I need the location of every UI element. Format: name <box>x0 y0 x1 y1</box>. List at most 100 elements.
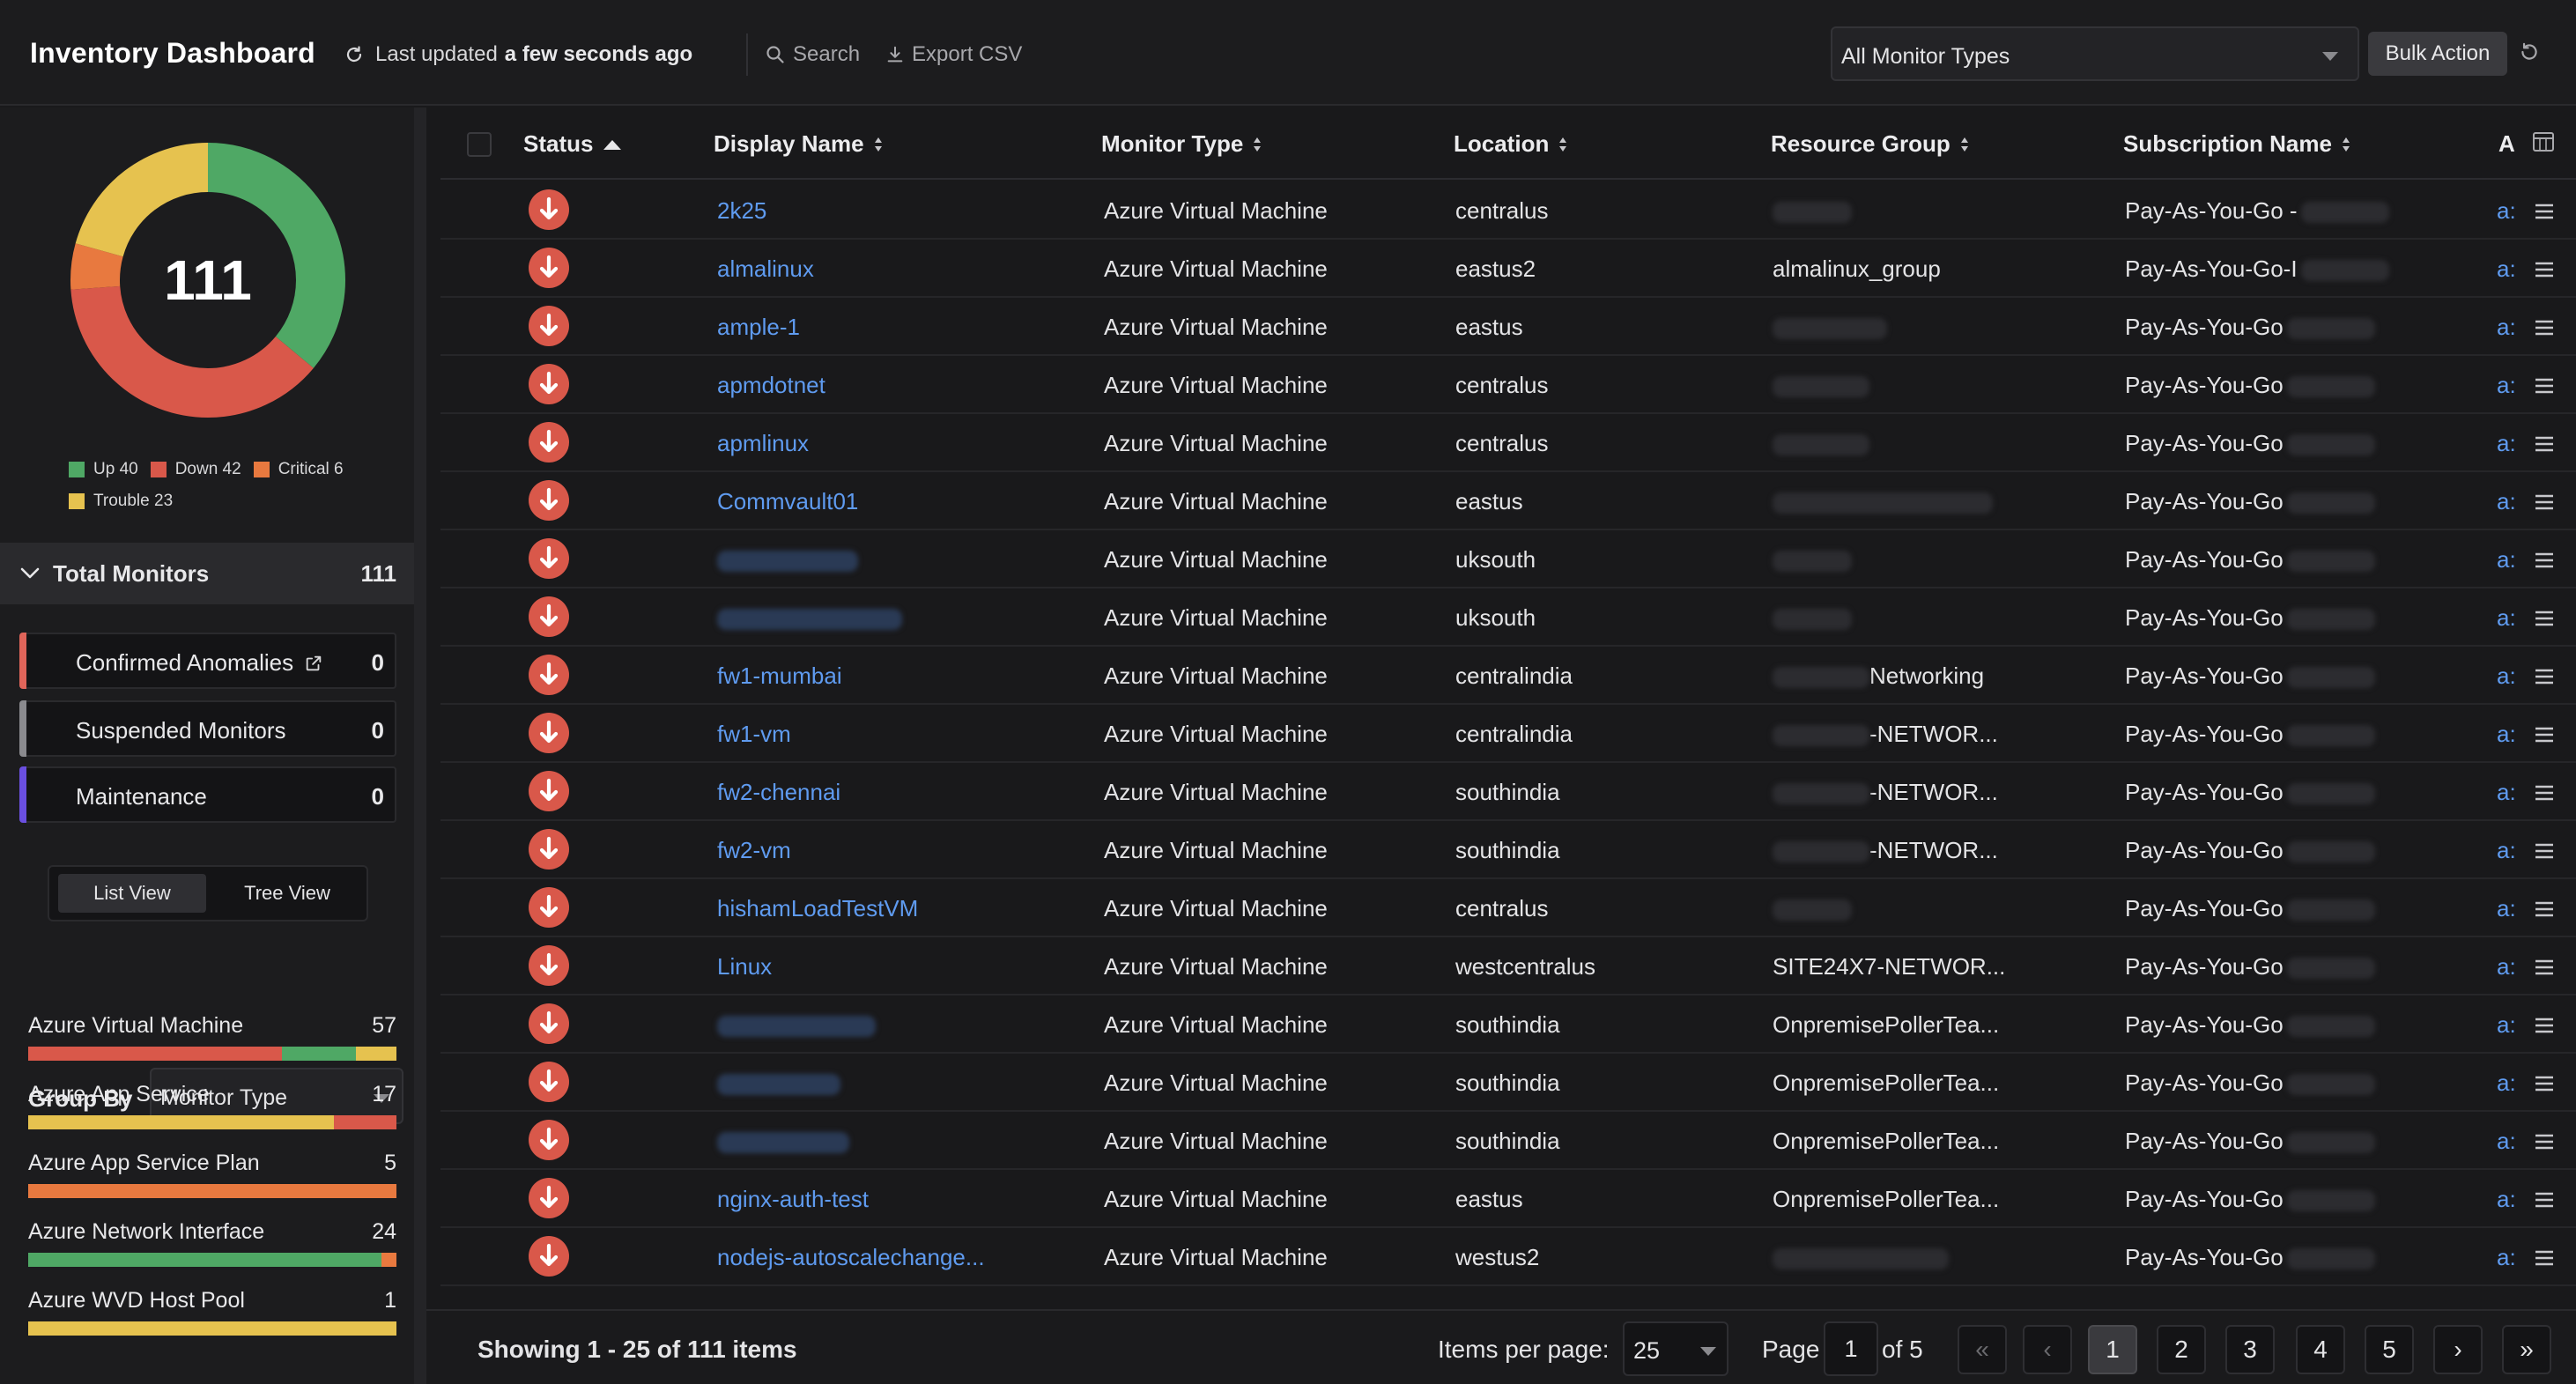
page-button-1[interactable]: 1 <box>2088 1325 2137 1374</box>
monitor-type-filter[interactable]: All Monitor Types <box>1831 26 2359 81</box>
table-row[interactable]: 2k25 Azure Virtual Machine centralus Pay-As… <box>440 181 2576 240</box>
row-menu-icon[interactable] <box>2534 1133 2555 1151</box>
column-header-location[interactable]: Location <box>1454 130 1568 158</box>
row-menu-icon[interactable] <box>2534 726 2555 744</box>
a-column-link[interactable]: a: <box>2497 895 2516 922</box>
display-name-link[interactable]: 2k25 <box>717 197 766 225</box>
confirmed-anomalies-card[interactable]: Confirmed Anomalies 0 <box>19 633 396 689</box>
total-monitors-row[interactable]: Total Monitors 111 <box>0 543 414 604</box>
column-header-display-name[interactable]: Display Name <box>714 130 884 158</box>
table-row[interactable]: fw2-vm Azure Virtual Machine southindia -NE… <box>440 821 2576 879</box>
column-header-status[interactable]: Status <box>523 130 623 158</box>
row-menu-icon[interactable] <box>2534 668 2555 685</box>
group-item[interactable]: Azure App Service Plan 5 <box>28 1151 396 1200</box>
search-button[interactable]: Search <box>765 42 860 67</box>
display-name-link[interactable]: ample-1 <box>717 314 800 341</box>
row-menu-icon[interactable] <box>2534 1075 2555 1092</box>
column-header-monitor-type[interactable]: Monitor Type <box>1101 130 1262 158</box>
table-row[interactable]: apmdotnet Azure Virtual Machine centralus P… <box>440 356 2576 414</box>
display-name-link[interactable]: apmlinux <box>717 430 809 457</box>
row-menu-icon[interactable] <box>2534 1017 2555 1034</box>
next-page-button[interactable]: › <box>2433 1325 2483 1374</box>
table-row[interactable]: apmlinux Azure Virtual Machine centralus Pa… <box>440 414 2576 472</box>
a-column-link[interactable]: a: <box>2497 546 2516 574</box>
table-row[interactable]: Commvault01 Azure Virtual Machine eastus Pa… <box>440 472 2576 530</box>
table-row[interactable]: Azure Virtual Machine uksouth Pay-As-You-G… <box>440 530 2576 588</box>
a-column-link[interactable]: a: <box>2497 1011 2516 1039</box>
table-row[interactable]: Azure Virtual Machine southindia Onpremise… <box>440 1054 2576 1112</box>
row-menu-icon[interactable] <box>2534 842 2555 860</box>
group-item[interactable]: Azure App Service 17 <box>28 1082 396 1131</box>
display-name-link[interactable]: hishamLoadTestVM <box>717 895 918 922</box>
display-name-link[interactable]: Commvault01 <box>717 488 858 515</box>
row-menu-icon[interactable] <box>2534 261 2555 278</box>
display-name-redacted[interactable] <box>717 1069 840 1097</box>
table-row[interactable]: Azure Virtual Machine uksouth Pay-As-You-G… <box>440 588 2576 647</box>
page-button-3[interactable]: 3 <box>2225 1325 2275 1374</box>
legend-item[interactable]: Up 40 <box>69 460 138 479</box>
display-name-link[interactable]: fw2-chennai <box>717 779 840 806</box>
a-column-link[interactable]: a: <box>2497 488 2516 515</box>
row-menu-icon[interactable] <box>2534 377 2555 395</box>
reset-icon[interactable] <box>2518 41 2541 63</box>
table-row[interactable]: fw1-mumbai Azure Virtual Machine centralin… <box>440 647 2576 705</box>
row-menu-icon[interactable] <box>2534 1191 2555 1209</box>
a-column-link[interactable]: a: <box>2497 721 2516 748</box>
a-column-link[interactable]: a: <box>2497 837 2516 864</box>
table-row[interactable]: Azure Virtual Machine southindia Onpremise… <box>440 1112 2576 1170</box>
display-name-link[interactable]: fw1-mumbai <box>717 662 842 690</box>
display-name-redacted[interactable] <box>717 604 902 632</box>
refresh-icon[interactable] <box>344 44 365 65</box>
legend-item[interactable]: Trouble 23 <box>69 492 173 511</box>
group-item[interactable]: Azure Virtual Machine 57 <box>28 1013 396 1062</box>
a-column-link[interactable]: a: <box>2497 1186 2516 1213</box>
display-name-link[interactable]: nginx-auth-test <box>717 1186 869 1213</box>
display-name-link[interactable]: fw2-vm <box>717 837 791 864</box>
list-view-tab[interactable]: List View <box>58 874 206 913</box>
column-header-subscription-name[interactable]: Subscription Name <box>2123 130 2351 158</box>
table-row[interactable]: Azure Virtual Machine southindia Onpremise… <box>440 995 2576 1054</box>
group-item[interactable]: Azure WVD Host Pool 1 <box>28 1288 396 1337</box>
column-settings-icon[interactable] <box>2532 130 2555 153</box>
row-menu-icon[interactable] <box>2534 319 2555 337</box>
column-header-resource-group[interactable]: Resource Group <box>1771 130 1970 158</box>
column-header-a[interactable]: A <box>2498 130 2515 158</box>
a-column-link[interactable]: a: <box>2497 197 2516 225</box>
external-link-icon[interactable] <box>304 654 323 673</box>
a-column-link[interactable]: a: <box>2497 953 2516 981</box>
a-column-link[interactable]: a: <box>2497 255 2516 283</box>
legend-item[interactable]: Down 42 <box>150 460 241 479</box>
row-menu-icon[interactable] <box>2534 203 2555 220</box>
display-name-link[interactable]: fw1-vm <box>717 721 791 748</box>
a-column-link[interactable]: a: <box>2497 372 2516 399</box>
prev-page-button[interactable]: ‹ <box>2023 1325 2072 1374</box>
a-column-link[interactable]: a: <box>2497 430 2516 457</box>
items-per-page-select[interactable]: 25 <box>1623 1321 1728 1376</box>
table-row[interactable]: nginx-auth-test Azure Virtual Machine east… <box>440 1170 2576 1228</box>
row-menu-icon[interactable] <box>2534 784 2555 802</box>
a-column-link[interactable]: a: <box>2497 1244 2516 1271</box>
display-name-link[interactable]: nodejs-autoscalechange... <box>717 1244 985 1271</box>
legend-item[interactable]: Critical 6 <box>253 460 344 479</box>
row-menu-icon[interactable] <box>2534 551 2555 569</box>
row-menu-icon[interactable] <box>2534 610 2555 627</box>
table-row[interactable]: almalinux Azure Virtual Machine eastus2 alm… <box>440 240 2576 298</box>
maintenance-card[interactable]: Maintenance 0 <box>19 766 396 823</box>
select-all-checkbox[interactable] <box>467 132 492 157</box>
display-name-link[interactable]: apmdotnet <box>717 372 825 399</box>
page-button-2[interactable]: 2 <box>2157 1325 2206 1374</box>
first-page-button[interactable]: « <box>1958 1325 2007 1374</box>
last-page-button[interactable]: » <box>2502 1325 2551 1374</box>
row-menu-icon[interactable] <box>2534 900 2555 918</box>
row-menu-icon[interactable] <box>2534 493 2555 511</box>
suspended-monitors-card[interactable]: Suspended Monitors 0 <box>19 700 396 757</box>
export-csv-button[interactable]: Export CSV <box>885 42 1022 67</box>
table-row[interactable]: nodejs-autoscalechange... Azure Virtual M… <box>440 1228 2576 1286</box>
a-column-link[interactable]: a: <box>2497 314 2516 341</box>
tree-view-tab[interactable]: Tree View <box>213 874 361 913</box>
table-row[interactable]: Linux Azure Virtual Machine westcentralus S… <box>440 937 2576 995</box>
display-name-redacted[interactable] <box>717 1128 849 1155</box>
row-menu-icon[interactable] <box>2534 435 2555 453</box>
table-row[interactable]: fw2-chennai Azure Virtual Machine southind… <box>440 763 2576 821</box>
a-column-link[interactable]: a: <box>2497 662 2516 690</box>
